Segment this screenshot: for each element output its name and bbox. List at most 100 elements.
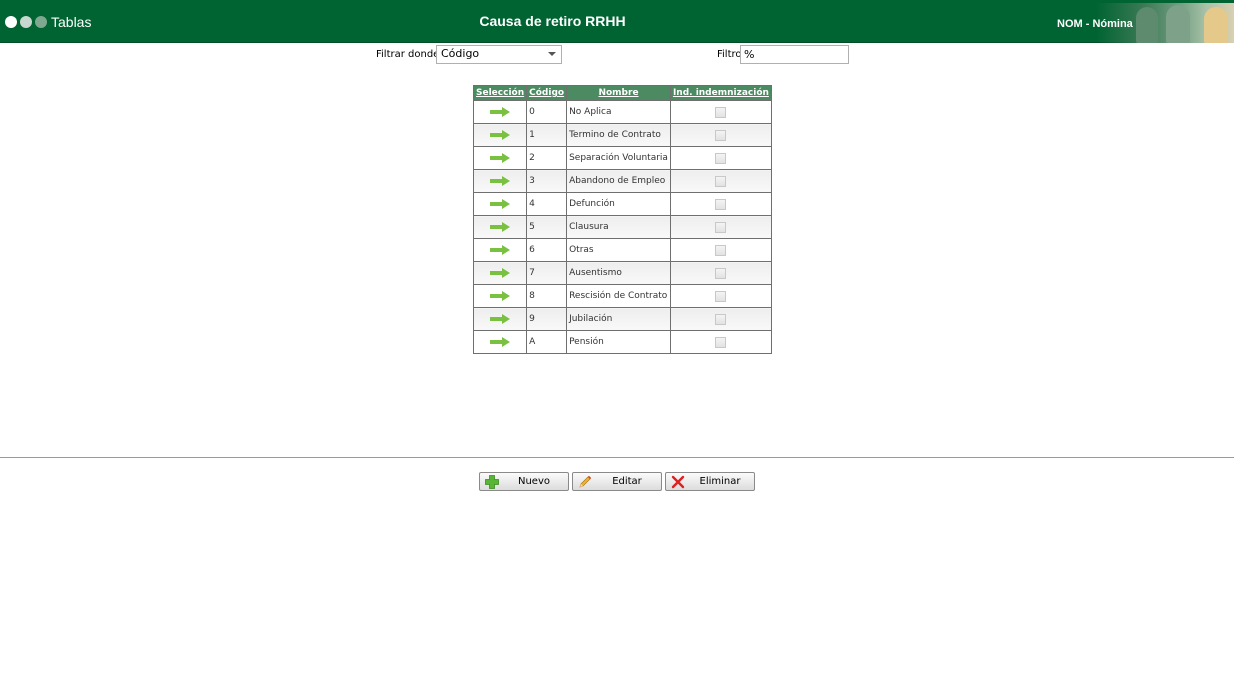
select-cell[interactable]	[472, 146, 528, 170]
select-cell[interactable]	[472, 261, 528, 285]
divider	[0, 457, 1234, 458]
name-cell: Pensión	[566, 330, 671, 354]
name-cell: Clausura	[566, 215, 671, 239]
edit-button-label: Editar	[612, 476, 642, 487]
indemnification-checkbox[interactable]	[715, 175, 727, 187]
table-row[interactable]: 4 Defunción	[472, 192, 772, 216]
new-button[interactable]: Nuevo	[479, 472, 569, 491]
table-row[interactable]: 8 Rescisión de Contrato	[472, 284, 772, 308]
table-header-row: Selección Código Nombre Ind. indemnizaci…	[472, 85, 772, 101]
code-cell: 2	[526, 146, 568, 170]
code-cell: 0	[526, 100, 568, 124]
filter-field-value: Código	[441, 47, 480, 60]
table-row[interactable]: 5 Clausura	[472, 215, 772, 239]
filter-bar: Filtrar donde Código Filtro	[0, 44, 1234, 66]
select-cell[interactable]	[472, 215, 528, 239]
table-row[interactable]: 6 Otras	[472, 238, 772, 262]
top-bar: Tablas Causa de retiro RRHH NOM - Nómina	[0, 0, 1234, 43]
indemnification-cell	[669, 123, 772, 147]
indemnification-checkbox[interactable]	[715, 221, 727, 233]
indemnification-cell	[669, 146, 772, 170]
code-cell: 8	[526, 284, 568, 308]
indemnification-cell	[669, 192, 772, 216]
indemnification-checkbox[interactable]	[715, 290, 727, 302]
indemnification-cell	[669, 238, 772, 262]
arrow-right-icon[interactable]	[490, 313, 511, 324]
table-row[interactable]: 9 Jubilación	[472, 307, 772, 331]
arrow-right-icon[interactable]	[490, 221, 511, 232]
indemnification-cell	[669, 284, 772, 308]
code-cell: 3	[526, 169, 568, 193]
module-name: NOM - Nómina	[1057, 18, 1133, 30]
filter-field-select[interactable]: Código	[436, 45, 562, 64]
select-cell[interactable]	[472, 284, 528, 308]
name-cell: Ausentismo	[566, 261, 671, 285]
select-cell[interactable]	[472, 123, 528, 147]
column-header-selection[interactable]: Selección	[472, 85, 528, 101]
indemnification-checkbox[interactable]	[715, 198, 727, 210]
select-cell[interactable]	[472, 100, 528, 124]
code-cell: A	[526, 330, 568, 354]
table-row[interactable]: 2 Separación Voluntaria	[472, 146, 772, 170]
name-cell: Otras	[566, 238, 671, 262]
arrow-right-icon[interactable]	[490, 198, 511, 209]
code-cell: 4	[526, 192, 568, 216]
select-cell[interactable]	[472, 330, 528, 354]
indemnification-cell	[669, 261, 772, 285]
name-cell: No Aplica	[566, 100, 671, 124]
name-cell: Defunción	[566, 192, 671, 216]
indemnification-checkbox[interactable]	[715, 244, 727, 256]
column-header-code[interactable]: Código	[526, 85, 568, 101]
code-cell: 6	[526, 238, 568, 262]
indemnification-checkbox[interactable]	[715, 313, 727, 325]
page-title: Causa de retiro RRHH	[479, 13, 626, 29]
filter-input[interactable]	[740, 45, 849, 64]
indemnification-checkbox[interactable]	[715, 267, 727, 279]
select-cell[interactable]	[472, 238, 528, 262]
chevron-down-icon	[548, 52, 556, 56]
table-row[interactable]: 3 Abandono de Empleo	[472, 169, 772, 193]
arrow-right-icon[interactable]	[490, 267, 511, 278]
indemnification-checkbox[interactable]	[715, 129, 727, 141]
delete-button-label: Eliminar	[699, 476, 741, 487]
code-cell: 7	[526, 261, 568, 285]
arrow-right-icon[interactable]	[490, 129, 511, 140]
name-cell: Rescisión de Contrato	[566, 284, 671, 308]
table-row[interactable]: 0 No Aplica	[472, 100, 772, 124]
arrow-right-icon[interactable]	[490, 290, 511, 301]
select-cell[interactable]	[472, 169, 528, 193]
table-row[interactable]: 7 Ausentismo	[472, 261, 772, 285]
select-cell[interactable]	[472, 192, 528, 216]
indemnification-cell	[669, 330, 772, 354]
indemnification-cell	[669, 307, 772, 331]
arrow-right-icon[interactable]	[490, 106, 511, 117]
arrow-right-icon[interactable]	[490, 336, 511, 347]
column-header-name[interactable]: Nombre	[566, 85, 671, 101]
indemnification-cell	[669, 215, 772, 239]
table-row[interactable]: 1 Termino de Contrato	[472, 123, 772, 147]
code-cell: 9	[526, 307, 568, 331]
filter-label: Filtro	[717, 49, 742, 60]
arrow-right-icon[interactable]	[490, 244, 511, 255]
indemnification-checkbox[interactable]	[715, 152, 727, 164]
column-header-indemnification[interactable]: Ind. indemnización	[669, 85, 772, 101]
name-cell: Separación Voluntaria	[566, 146, 671, 170]
indemnification-checkbox[interactable]	[715, 336, 727, 348]
code-cell: 1	[526, 123, 568, 147]
filter-where-label: Filtrar donde	[376, 49, 440, 60]
arrow-right-icon[interactable]	[490, 152, 511, 163]
edit-button[interactable]: Editar	[572, 472, 662, 491]
indemnification-cell	[669, 100, 772, 124]
table-row[interactable]: A Pensión	[472, 330, 772, 354]
name-cell: Termino de Contrato	[566, 123, 671, 147]
indemnification-cell	[669, 169, 772, 193]
indemnification-checkbox[interactable]	[715, 106, 727, 118]
new-button-label: Nuevo	[517, 476, 550, 487]
name-cell: Abandono de Empleo	[566, 169, 671, 193]
arrow-right-icon[interactable]	[490, 175, 511, 186]
code-cell: 5	[526, 215, 568, 239]
select-cell[interactable]	[472, 307, 528, 331]
data-table: Selección Código Nombre Ind. indemnizaci…	[472, 85, 772, 354]
name-cell: Jubilación	[566, 307, 671, 331]
delete-button[interactable]: Eliminar	[665, 472, 755, 491]
